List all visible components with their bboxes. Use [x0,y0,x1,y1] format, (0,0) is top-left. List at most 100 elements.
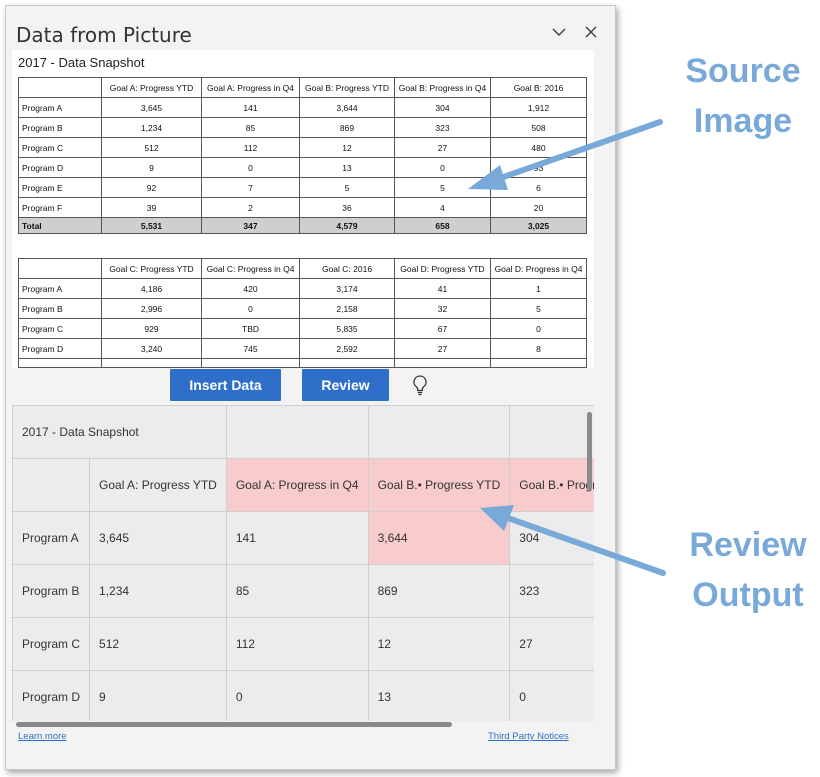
table-cell: 3,240 [101,338,202,359]
table-cell: 480 [490,137,587,158]
grid-cell[interactable]: Program B [12,564,91,618]
table-cell: 92 [101,177,202,198]
table-cell: 6 [490,177,587,198]
table-row: Program D 9 0 13 0 [12,670,594,721]
header-cell: Goal B: Progress YTD [299,77,395,98]
source-table-1: Goal A: Progress YTD Goal A: Progress in… [18,77,587,234]
grid-cell[interactable]: Program A [12,511,91,565]
close-icon[interactable] [581,22,601,42]
table-cell: 0 [490,318,587,339]
grid-cell[interactable] [509,405,594,459]
source-table-header: Goal A: Progress YTD Goal A: Progress in… [18,77,587,98]
grid-cell[interactable]: 0 [509,670,594,721]
annotation-review-output: Review Output [676,520,820,620]
learn-more-link[interactable]: Learn more [18,731,67,742]
table-cell: 5,531 [101,217,202,234]
grid-cell[interactable]: 2017 - Data Snapshot [12,405,227,459]
table-cell: 141 [201,97,300,118]
source-image-preview: 2017 - Data Snapshot Goal A: Progress YT… [12,50,594,368]
row-label: Program B [18,117,102,138]
table-row-cut-off [18,358,587,368]
grid-cell[interactable] [225,405,369,459]
table-cell: 12 [299,137,395,158]
header-cell [18,77,102,98]
table-row: Program B 1,234 85 869 323 508 [18,117,587,138]
header-cell [18,258,102,279]
table-cell: 93 [490,157,587,178]
table-cell: 869 [299,117,395,138]
grid-cell[interactable]: 12 [367,617,511,671]
grid-cell[interactable]: Program C [12,617,91,671]
grid-cell-flagged[interactable]: 3,644 [367,511,511,565]
table-cell: 85 [201,117,300,138]
header-cell: Goal C: 2016 [299,258,395,279]
grid-cell[interactable]: 323 [509,564,594,618]
table-cell: 4,186 [101,278,202,299]
table-row: Program B 1,234 85 869 323 [12,564,594,618]
row-label: Total [18,217,102,234]
table-cell: TBD [201,318,300,339]
table-cell: 5 [490,298,587,319]
table-row: Program C 512 112 12 27 [12,617,594,671]
grid-cell[interactable]: 85 [225,564,369,618]
lightbulb-icon[interactable] [411,374,429,396]
grid-cell[interactable] [367,405,511,459]
grid-cell[interactable]: Goal A: Progress YTD [89,458,227,512]
table-cell: 1 [490,278,587,299]
grid-cell[interactable]: 0 [225,670,369,721]
annotation-line: Output [692,576,804,614]
table-row: Program A 4,186 420 3,174 41 1 [18,278,587,299]
table-cell: 5,835 [299,318,395,339]
table-row: Program A 3,645 141 3,644 304 [12,511,594,565]
grid-cell-flagged[interactable]: Goal B.• Progress YTD [367,458,511,512]
grid-cell[interactable]: 13 [367,670,511,721]
source-image-title: 2017 - Data Snapshot [18,55,145,70]
grid-cell[interactable]: Program D [12,670,91,721]
review-button[interactable]: Review [302,369,389,401]
table-cell: 1,234 [101,117,202,138]
table-cell: 508 [490,117,587,138]
row-label: Program C [18,137,102,158]
grid-cell[interactable]: 1,234 [89,564,227,618]
grid-cell-flagged[interactable]: Goal B.• Progress in Q4 [509,458,594,512]
grid-cell[interactable]: 512 [89,617,227,671]
table-cell: 20 [490,197,587,218]
table-cell: 32 [394,298,491,319]
table-cell: 2 [201,197,300,218]
table-cell: 2,592 [299,338,395,359]
header-cell: Goal C: Progress YTD [101,258,202,279]
grid-cell[interactable]: 9 [89,670,227,721]
table-cell: 929 [101,318,202,339]
table-cell: 323 [394,117,491,138]
table-row: Program D 3,240 745 2,592 27 8 [18,338,587,359]
row-label: Program A [18,97,102,118]
review-grid[interactable]: 2017 - Data Snapshot Goal A: Progress YT… [12,405,594,721]
grid-cell[interactable]: 304 [509,511,594,565]
horizontal-scrollbar[interactable] [12,721,594,731]
table-row: Program E 92 7 5 5 6 [18,177,587,198]
grid-cell[interactable]: 3,645 [89,511,227,565]
table-cell: 3,645 [101,97,202,118]
third-party-notices-link[interactable]: Third Party Notices [488,731,569,742]
table-cell: 2,158 [299,298,395,319]
grid-cell[interactable]: 112 [225,617,369,671]
scrollbar-thumb[interactable] [16,722,452,727]
table-row: Program A 3,645 141 3,644 304 1,912 [18,97,587,118]
table-cell: 745 [201,338,300,359]
insert-data-button[interactable]: Insert Data [170,369,281,401]
row-label: Program E [18,177,102,198]
chevron-down-icon[interactable] [549,22,569,42]
table-row: Goal A: Progress YTD Goal A: Progress in… [12,458,594,512]
header-cell: Goal C: Progress in Q4 [201,258,300,279]
row-label: Program F [18,197,102,218]
grid-cell[interactable]: 869 [367,564,511,618]
grid-cell[interactable]: 27 [509,617,594,671]
table-row: Program C 512 112 12 27 480 [18,137,587,158]
header-cell: Goal D: Progress YTD [394,258,491,279]
grid-cell[interactable]: 141 [225,511,369,565]
header-cell: Goal D: Progress in Q4 [490,258,587,279]
source-table-2: Goal C: Progress YTD Goal C: Progress in… [18,258,587,368]
vertical-scrollbar[interactable] [587,412,592,490]
grid-cell-flagged[interactable]: Goal A: Progress in Q4 [225,458,369,512]
grid-cell[interactable] [12,458,91,512]
